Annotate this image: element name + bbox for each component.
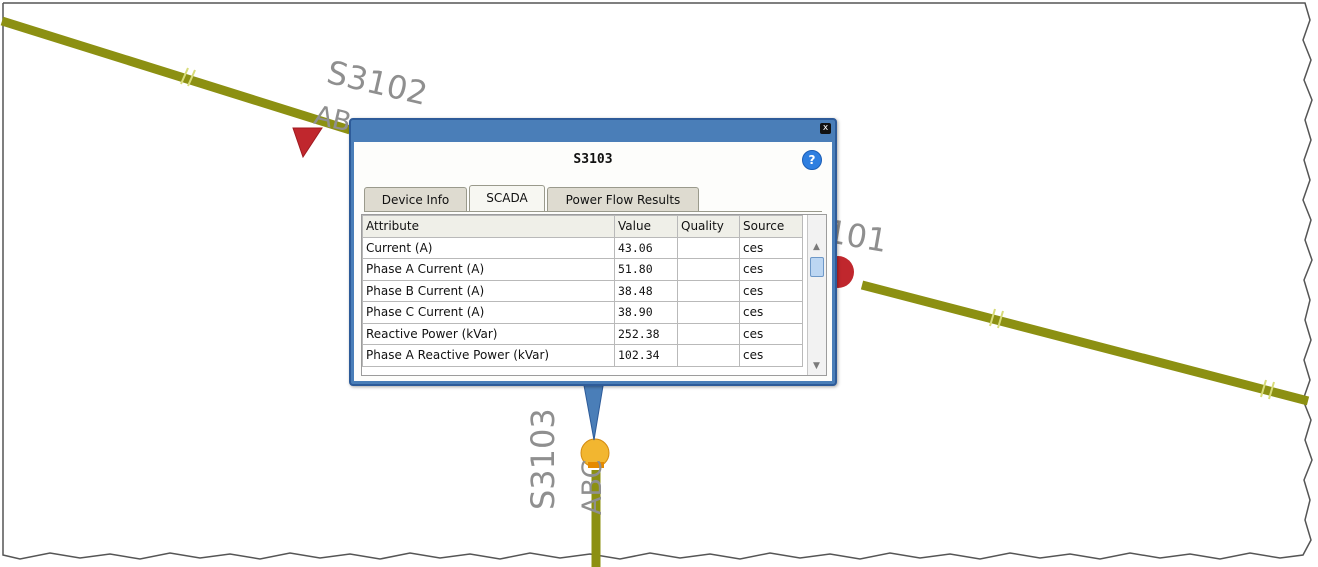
popup-callout-tail bbox=[582, 379, 605, 441]
scada-table[interactable]: Attribute Value Quality Source Current (… bbox=[361, 214, 827, 376]
cell-attribute: Phase A Current (A) bbox=[362, 258, 615, 281]
cell-value: 38.90 bbox=[614, 301, 678, 324]
tab-power-flow-results[interactable]: Power Flow Results bbox=[547, 187, 699, 211]
tab-strip-divider bbox=[364, 211, 822, 212]
device-marker-s3102[interactable] bbox=[292, 127, 323, 159]
vertical-scrollbar[interactable]: ▲ ▼ bbox=[807, 215, 826, 375]
cell-attribute: Phase A Reactive Power (kVar) bbox=[362, 344, 615, 367]
cell-quality bbox=[677, 301, 740, 324]
scroll-down-icon[interactable]: ▼ bbox=[810, 360, 823, 373]
map-label-s3103-sub: ABC bbox=[577, 459, 608, 515]
feeder-line-west[interactable] bbox=[0, 16, 352, 135]
popup-body: S3103 ? Device Info SCADA Power Flow Res… bbox=[354, 142, 832, 381]
cell-source: ces bbox=[739, 344, 803, 367]
column-header-value[interactable]: Value bbox=[614, 215, 678, 238]
table-row[interactable]: Phase A Reactive Power (kVar) 102.34 ces bbox=[362, 344, 803, 367]
cell-value: 38.48 bbox=[614, 279, 678, 302]
column-header-source[interactable]: Source bbox=[739, 215, 803, 238]
table-row[interactable]: Phase C Current (A) 38.90 ces bbox=[362, 301, 803, 324]
table-header-row: Attribute Value Quality Source bbox=[362, 215, 803, 238]
column-header-quality[interactable]: Quality bbox=[677, 215, 740, 238]
device-info-popup[interactable]: x S3103 ? Device Info SCADA Power Flow R… bbox=[349, 118, 837, 386]
cell-source: ces bbox=[739, 279, 803, 302]
tab-device-info[interactable]: Device Info bbox=[364, 187, 467, 211]
cell-quality bbox=[677, 236, 740, 259]
close-button[interactable]: x bbox=[820, 123, 831, 134]
cell-attribute: Phase C Current (A) bbox=[362, 301, 615, 324]
map-canvas[interactable]: S3102 AB S3101 S3103 ABC x S3103 ? Devic… bbox=[0, 0, 1318, 567]
tab-scada[interactable]: SCADA bbox=[469, 185, 545, 211]
cell-quality bbox=[677, 344, 740, 367]
column-header-attribute[interactable]: Attribute bbox=[362, 215, 615, 238]
cell-value: 43.06 bbox=[614, 236, 678, 259]
cell-value: 252.38 bbox=[614, 322, 678, 345]
cell-attribute: Phase B Current (A) bbox=[362, 279, 615, 302]
popup-title: S3103 bbox=[573, 152, 613, 167]
table-row[interactable]: Phase A Current (A) 51.80 ces bbox=[362, 258, 803, 281]
cell-source: ces bbox=[739, 301, 803, 324]
scrollbar-thumb[interactable] bbox=[810, 257, 824, 277]
cell-quality bbox=[677, 279, 740, 302]
map-label-s3103: S3103 bbox=[524, 408, 562, 510]
cell-source: ces bbox=[739, 236, 803, 259]
cell-value: 102.34 bbox=[614, 344, 678, 367]
cell-source: ces bbox=[739, 258, 803, 281]
cell-quality bbox=[677, 322, 740, 345]
cell-quality bbox=[677, 258, 740, 281]
table-row[interactable]: Phase B Current (A) 38.48 ces bbox=[362, 279, 803, 302]
scroll-up-icon[interactable]: ▲ bbox=[810, 241, 823, 254]
cell-attribute: Reactive Power (kVar) bbox=[362, 322, 615, 345]
cell-source: ces bbox=[739, 322, 803, 345]
feeder-line-east[interactable] bbox=[860, 280, 1310, 406]
cell-value: 51.80 bbox=[614, 258, 678, 281]
help-icon[interactable]: ? bbox=[802, 150, 822, 170]
cell-attribute: Current (A) bbox=[362, 236, 615, 259]
table-row[interactable]: Reactive Power (kVar) 252.38 ces bbox=[362, 322, 803, 345]
table-row[interactable]: Current (A) 43.06 ces bbox=[362, 236, 803, 259]
